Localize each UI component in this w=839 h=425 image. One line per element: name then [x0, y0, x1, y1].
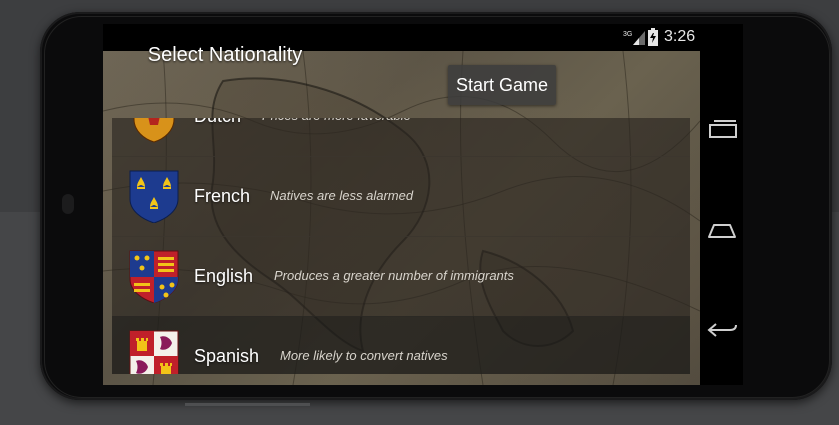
english-crest-icon: [129, 250, 179, 303]
french-crest-icon: [129, 170, 179, 223]
background-divider: [185, 403, 310, 406]
dutch-crest-icon: [133, 118, 175, 143]
nationality-list[interactable]: Dutch Prices are more favorable French N…: [112, 118, 690, 374]
recent-apps-icon[interactable]: [706, 117, 738, 141]
nationality-description: More likely to convert natives: [280, 348, 448, 363]
network-type-label: 3G: [623, 31, 632, 38]
nationality-name: Dutch: [194, 118, 241, 156]
nationality-name: French: [194, 186, 251, 206]
spanish-crest-icon: [129, 330, 179, 374]
list-item-dutch[interactable]: Dutch Prices are more favorable: [112, 118, 690, 157]
nationality-description: Natives are less alarmed: [270, 188, 414, 203]
signal-icon: 3G: [623, 31, 645, 45]
navigation-bar: [700, 51, 743, 385]
nationality-name: English: [194, 266, 254, 286]
start-game-button[interactable]: Start Game: [448, 65, 556, 105]
list-item-spanish[interactable]: Spanish More likely to convert natives: [112, 316, 690, 374]
nationality-description: Prices are more favorable: [262, 118, 411, 156]
back-icon[interactable]: [706, 318, 738, 342]
status-time: 3:26: [664, 28, 696, 45]
page-title: Select Nationality: [147, 44, 303, 66]
home-icon[interactable]: [706, 217, 738, 241]
list-item-english[interactable]: English Produces a greater number of imm…: [112, 236, 690, 317]
device-speaker: [62, 194, 74, 214]
list-item-french[interactable]: French Natives are less alarmed: [112, 156, 690, 237]
nationality-description: Produces a greater number of immigrants: [274, 268, 514, 283]
nationality-name: Spanish: [194, 346, 260, 366]
battery-icon: [648, 28, 658, 46]
